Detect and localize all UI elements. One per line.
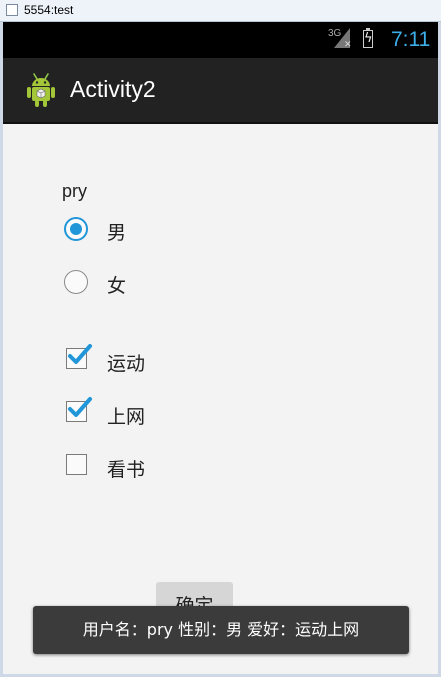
hobby-internet-label[interactable]: 上网	[107, 402, 145, 429]
status-clock: 7:11	[391, 28, 431, 51]
charging-bolt-icon: ϟ	[364, 31, 373, 46]
toast-message: 用户名：pry 性别：男 爱好：运动上网	[33, 606, 409, 654]
hobby-reading-label[interactable]: 看书	[107, 455, 145, 482]
window-app-icon	[6, 4, 18, 16]
username-text: pry	[62, 181, 88, 201]
no-signal-x-icon: ✕	[344, 39, 352, 49]
gender-female-radio[interactable]	[64, 270, 88, 294]
activity-title: Activity2	[70, 76, 156, 102]
gender-male-label[interactable]: 男	[107, 218, 126, 245]
check-icon	[68, 344, 92, 364]
gender-female-label[interactable]: 女	[107, 271, 126, 298]
main-content: pry 男 女 运动 上网 看书 确定 用户名：pry 性别：男 爱好：运动上网	[3, 124, 438, 674]
hobby-sport-label[interactable]: 运动	[107, 349, 145, 376]
window-title: 5554:test	[24, 3, 74, 17]
check-icon	[68, 397, 92, 417]
hobby-reading-checkbox[interactable]	[66, 454, 87, 475]
status-bar: 3G ✕ ϟ 7:11	[3, 22, 438, 58]
android-robot-icon	[27, 73, 55, 107]
window-title-bar: 5554:test	[0, 0, 441, 22]
action-bar: Activity2	[3, 58, 438, 124]
gender-male-radio[interactable]	[64, 217, 88, 241]
